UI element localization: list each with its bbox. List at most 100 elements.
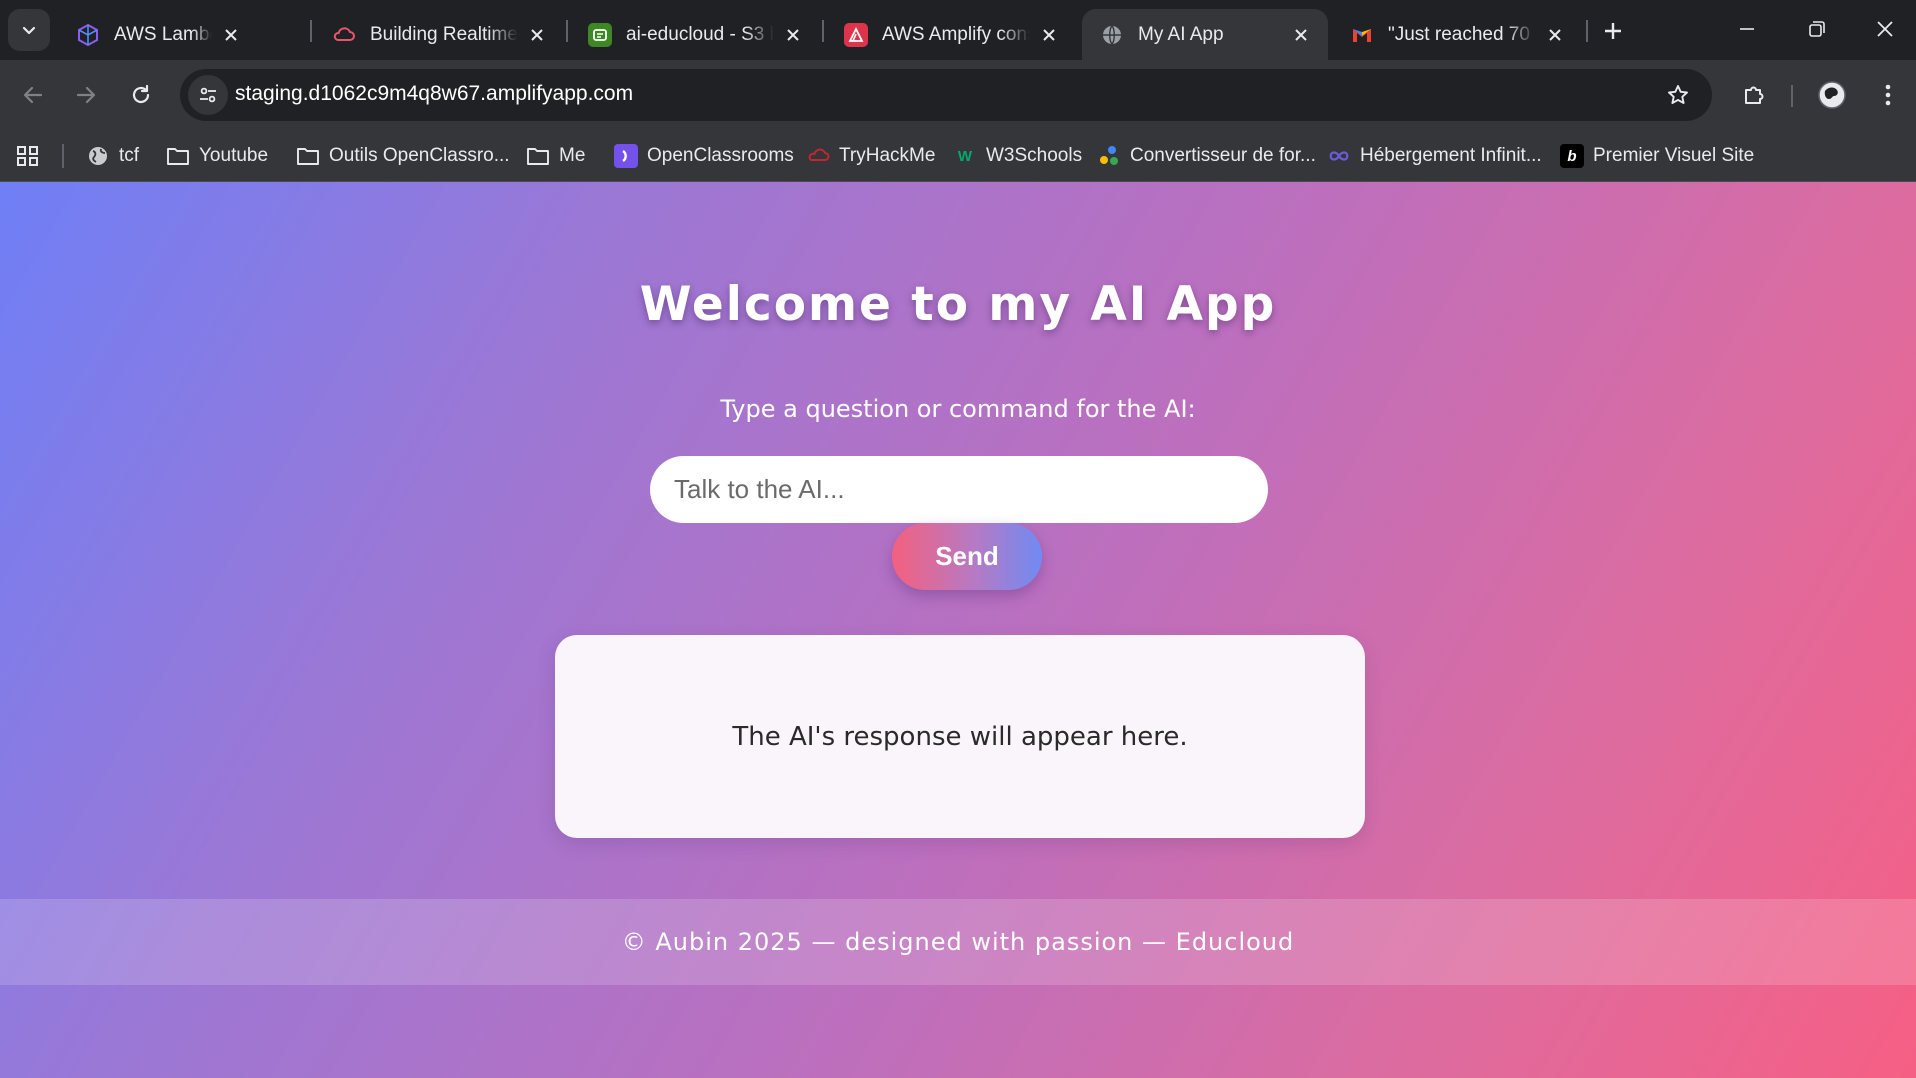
bookmark-label: TryHackMe (839, 145, 936, 166)
bookmark-label: Hébergement Infinit... (1360, 145, 1542, 166)
close-icon (1877, 21, 1893, 37)
bookmark-label: Me (559, 145, 586, 166)
apps-grid-icon[interactable] (14, 142, 42, 170)
tab-aws-amplify[interactable]: AWS Amplify cons (826, 9, 1076, 60)
infinity-icon (1327, 144, 1351, 168)
address-bar[interactable]: staging.d1062c9m4q8w67.amplifyapp.com (180, 69, 1712, 121)
bookmark-star-button[interactable] (1660, 77, 1696, 113)
bookmark-convertisseur[interactable]: Convertisseur de for... (1097, 140, 1316, 172)
response-box: The AI's response will appear here. (555, 635, 1365, 838)
tab-s3-bucket[interactable]: ai-educloud - S3 b (570, 9, 820, 60)
page-footer: © Aubin 2025 — designed with passion — E… (0, 899, 1916, 985)
tab-title: AWS Amplify cons (882, 23, 1030, 45)
bookmark-me[interactable]: Me (526, 140, 585, 172)
new-tab-button[interactable] (1596, 14, 1630, 48)
bookmark-label: Outils OpenClassro... (329, 145, 510, 166)
close-icon[interactable] (1542, 22, 1568, 48)
back-button[interactable] (12, 74, 54, 116)
w3schools-icon: W (957, 147, 973, 165)
bookmarks-divider (62, 144, 64, 168)
tab-aws-lambda[interactable]: AWS Lambda – Pre (58, 9, 258, 60)
page-title: Welcome to my AI App (639, 277, 1277, 332)
converter-icon (1097, 144, 1121, 168)
browser-toolbar: staging.d1062c9m4q8w67.amplifyapp.com (0, 60, 1916, 130)
arrow-left-icon (23, 86, 43, 104)
puzzle-icon (1745, 86, 1764, 104)
tab-divider (822, 20, 824, 42)
restore-icon (1809, 21, 1825, 37)
aws-lambda-icon (76, 23, 100, 47)
cloud-icon (332, 23, 356, 47)
ai-question-input[interactable] (650, 456, 1268, 523)
close-icon[interactable] (780, 22, 806, 48)
bookmark-premier-visuel[interactable]: b Premier Visuel Site (1560, 140, 1754, 172)
tryhackme-icon (806, 144, 830, 168)
reload-button[interactable] (120, 74, 162, 116)
s3-bucket-icon (588, 22, 612, 47)
bookmark-label: OpenClassrooms (647, 145, 794, 166)
footer-text: © Aubin 2025 — designed with passion — E… (621, 928, 1295, 956)
tab-strip: AWS Lambda – Pre Building Realtime A ai-… (0, 0, 1916, 60)
reload-icon (132, 84, 150, 104)
close-icon[interactable] (218, 22, 244, 48)
extensions-button[interactable] (1733, 74, 1775, 116)
bookmark-outils-openclassrooms[interactable]: Outils OpenClassro... (296, 140, 510, 172)
bookmark-label: tcf (119, 145, 140, 166)
close-window-button[interactable] (1850, 0, 1916, 58)
profile-button[interactable] (1811, 74, 1853, 116)
bookmark-label: Premier Visuel Site (1593, 145, 1755, 166)
minimize-button[interactable] (1712, 0, 1782, 58)
gmail-icon (1350, 23, 1374, 47)
page-viewport: Welcome to my AI App Type a question or … (0, 182, 1916, 1078)
site-info-button[interactable] (188, 75, 228, 115)
toolbar-divider (1791, 85, 1793, 107)
tab-divider (310, 20, 312, 42)
globe-icon (86, 144, 110, 168)
send-button[interactable]: Send (892, 523, 1042, 590)
forward-button[interactable] (65, 74, 107, 116)
folder-icon (526, 144, 550, 168)
tab-title: ai-educloud - S3 b (626, 23, 774, 45)
bookmark-openclassrooms[interactable]: OpenClassrooms (614, 140, 794, 172)
tab-gmail[interactable]: "Just reached 70 su (1332, 9, 1582, 60)
tab-building-realtime[interactable]: Building Realtime A (314, 9, 564, 60)
folder-icon (166, 144, 190, 168)
close-icon[interactable] (524, 22, 550, 48)
avatar (1818, 81, 1846, 109)
tab-divider (1586, 20, 1588, 42)
folder-icon (296, 144, 320, 168)
bookmark-tcf[interactable]: tcf (86, 140, 139, 172)
response-text: The AI's response will appear here. (732, 721, 1188, 752)
star-icon (1668, 85, 1688, 104)
tab-title: AWS Lambda – Pre (114, 23, 212, 45)
close-icon[interactable] (1288, 22, 1314, 48)
bookmark-tryhackme[interactable]: TryHackMe (806, 140, 935, 172)
bubble-icon: b (1560, 144, 1584, 168)
tab-my-ai-app[interactable]: My AI App (1082, 9, 1328, 60)
restore-button[interactable] (1782, 0, 1852, 58)
plus-icon (1605, 23, 1621, 39)
openclassrooms-icon (614, 144, 638, 168)
globe-icon (1100, 23, 1124, 47)
bookmark-label: W3Schools (986, 145, 1083, 166)
bookmark-label: Convertisseur de for... (1130, 145, 1316, 166)
tab-search-button[interactable] (8, 9, 50, 51)
menu-button[interactable] (1867, 74, 1909, 116)
bookmark-hebergement[interactable]: Hébergement Infinit... (1327, 140, 1542, 172)
tab-title: "Just reached 70 su (1388, 23, 1536, 45)
bookmark-youtube[interactable]: Youtube (166, 140, 268, 172)
bookmark-label: Youtube (199, 145, 269, 166)
url-text[interactable]: staging.d1062c9m4q8w67.amplifyapp.com (235, 82, 633, 106)
arrow-right-icon (76, 86, 96, 104)
close-icon[interactable] (1036, 22, 1062, 48)
tab-title: My AI App (1138, 23, 1224, 45)
amplify-icon (844, 22, 868, 47)
chevron-down-icon (22, 26, 36, 35)
tab-title: Building Realtime A (370, 23, 518, 45)
prompt-label: Type a question or command for the AI: (720, 395, 1196, 423)
bookmark-w3schools[interactable]: W W3Schools (953, 140, 1082, 172)
tab-divider (566, 20, 568, 42)
bookmarks-bar: tcf Youtube Outils OpenClassro... Me Ope… (0, 130, 1916, 182)
more-vertical-icon (1885, 84, 1891, 106)
minimize-icon (1740, 28, 1754, 30)
